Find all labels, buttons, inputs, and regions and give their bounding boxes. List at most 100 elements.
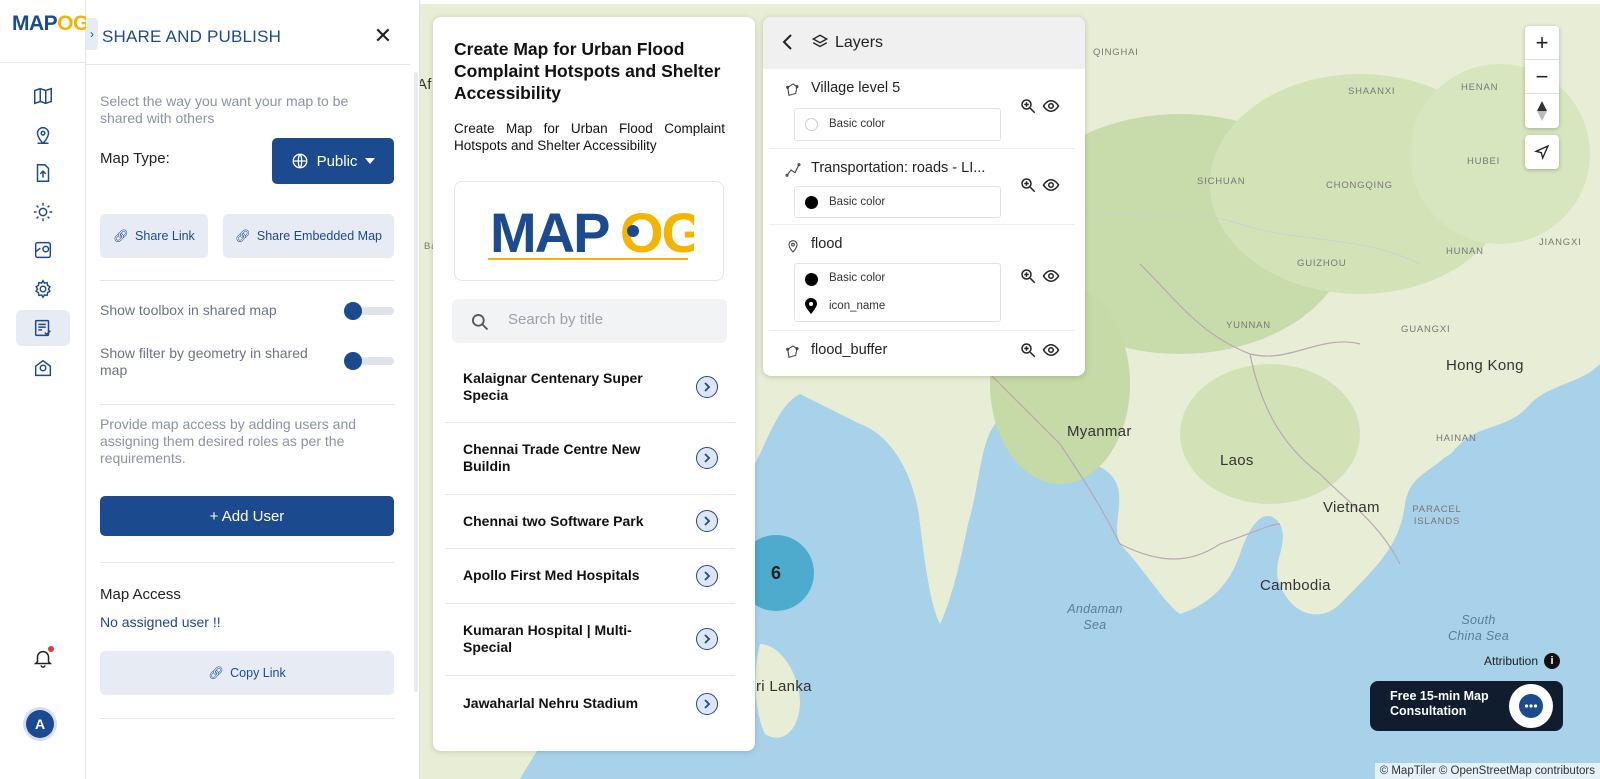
story-item[interactable]: Jawaharlal Nehru Stadium (445, 676, 735, 736)
sun-icon[interactable] (24, 194, 62, 230)
story-item-name: Jawaharlal Nehru Stadium (463, 695, 639, 711)
share-intro: Select the way you want your map to be s… (100, 93, 349, 126)
close-icon[interactable]: ✕ (371, 24, 395, 48)
eye-icon[interactable] (1041, 176, 1061, 194)
map-type-value: Public (316, 152, 358, 170)
attribution-toggle[interactable]: Attribution i (1484, 653, 1561, 669)
chevron-right-icon[interactable] (696, 565, 718, 587)
label-jiangxi: JIANGXI (1539, 237, 1582, 248)
label-shaanxi: SHAANXI (1348, 86, 1396, 97)
logo-text-og: OG (57, 12, 89, 35)
toggle-filter-label: Show filter by geometry in shared map (100, 345, 308, 378)
story-item[interactable]: Kumaran Hospital | Multi-Special (445, 604, 735, 676)
eye-icon[interactable] (1041, 341, 1061, 359)
rail-divider (0, 62, 86, 63)
geolocate-control (1525, 135, 1559, 169)
copy-link-label: Copy Link (230, 666, 286, 680)
share-embedded-button[interactable]: 🔗︎ Share Embedded Map (223, 214, 394, 258)
copy-link-button[interactable]: 🔗︎ Copy Link (100, 651, 394, 695)
zoom-to-layer-icon[interactable] (1019, 267, 1037, 285)
left-rail: MAPOG A (0, 0, 89, 779)
label-henan: HENAN (1461, 82, 1499, 93)
compass-icon[interactable] (1525, 94, 1559, 128)
scrollbar[interactable] (414, 72, 418, 692)
story-card: Create Map for Urban Flood Complaint Hot… (433, 17, 755, 751)
collapse-tab[interactable]: › (86, 18, 98, 50)
story-description: Create Map for Urban Flood Complaint Hot… (454, 121, 725, 153)
eye-icon[interactable] (1041, 97, 1061, 115)
legend-swatch (805, 196, 818, 209)
label-guangxi: GUANGXI (1401, 324, 1451, 335)
layer-item[interactable]: flood Basic color icon_name (769, 225, 1075, 331)
story-item[interactable]: Kalaignar Centenary Super Specia (445, 355, 735, 423)
layer-name: Transportation: roads - LI... (811, 160, 986, 176)
search-input[interactable] (508, 311, 708, 328)
map-type-select[interactable]: Public (272, 138, 394, 184)
label-andaman-sea: Andaman Sea (1067, 602, 1123, 632)
mapog-logo[interactable]: MAPOG (12, 12, 89, 36)
avatar[interactable]: A (26, 710, 54, 738)
legend-swatch (805, 273, 818, 286)
layer-name: flood_buffer (811, 342, 888, 358)
layer-name: Village level 5 (811, 80, 901, 96)
label-paracel: PARACEL ISLANDS (1412, 504, 1462, 527)
layer-legend: Basic color (794, 186, 1001, 218)
zoom-to-layer-icon[interactable] (1019, 341, 1037, 359)
chevron-right-icon[interactable] (696, 376, 718, 398)
bell-icon[interactable] (24, 640, 62, 676)
label-cambodia: Cambodia (1260, 577, 1331, 594)
add-user-button[interactable]: + Add User (100, 496, 394, 536)
zoom-to-layer-icon[interactable] (1019, 97, 1037, 115)
story-item[interactable]: Chennai two Software Park (445, 495, 735, 549)
svg-text:MAP: MAP (490, 201, 609, 264)
story-item-name: Chennai Trade Centre New Buildin (463, 441, 641, 474)
share-link-button[interactable]: 🔗︎ Share Link (100, 214, 208, 258)
story-item[interactable]: Chennai Trade Centre New Buildin (445, 423, 735, 495)
story-item-name: Apollo First Med Hospitals (463, 567, 640, 583)
gear-icon[interactable] (24, 271, 62, 307)
layer-item[interactable]: flood_buffer (769, 331, 1075, 376)
divider (86, 64, 410, 65)
location-pin-icon[interactable] (24, 117, 62, 153)
back-arrow-icon[interactable] (781, 33, 795, 51)
map-pin-globe-icon[interactable] (24, 350, 62, 386)
divider (100, 718, 394, 719)
divider (100, 562, 394, 563)
layers-title: Layers (835, 34, 884, 51)
map-pin-icon (805, 298, 817, 314)
label-hunan: HUNAN (1446, 246, 1484, 257)
label-qinghai: QINGHAI (1093, 47, 1139, 58)
globe-icon (292, 153, 307, 169)
chevron-right-icon[interactable] (696, 693, 718, 715)
map-copyright[interactable]: © MapTiler © OpenStreetMap contributors (1374, 763, 1600, 779)
line-icon (785, 163, 801, 177)
link-icon: 🔗︎ (235, 228, 251, 243)
legend-label: Basic color (829, 118, 886, 130)
share-list-icon[interactable] (16, 310, 70, 346)
notification-dot (48, 646, 54, 652)
layer-item[interactable]: Village level 5 Basic color (769, 69, 1075, 149)
story-title: Create Map for Urban Flood Complaint Hot… (454, 39, 721, 103)
chevron-right-icon[interactable] (696, 510, 718, 532)
story-item[interactable]: Apollo First Med Hospitals (445, 549, 735, 604)
upload-icon[interactable] (24, 155, 62, 191)
story-item-name: Kumaran Hospital | Multi-Special (463, 622, 632, 655)
navigation-arrow-icon[interactable] (1525, 135, 1559, 169)
legend-swatch (805, 118, 818, 131)
divider (100, 404, 394, 405)
map-icon[interactable] (24, 78, 62, 114)
toggle-toolbox[interactable] (344, 302, 394, 320)
map-settings-icon[interactable] (24, 232, 62, 268)
layer-item[interactable]: Transportation: roads - LI... Basic colo… (769, 149, 1075, 225)
zoom-in-button[interactable]: + (1525, 26, 1559, 60)
legend-row: Basic color (795, 187, 1000, 217)
toggle-filter[interactable] (344, 352, 394, 370)
eye-icon[interactable] (1041, 267, 1061, 285)
zoom-out-button[interactable]: − (1525, 60, 1559, 94)
chevron-right-icon[interactable] (696, 628, 718, 650)
share-panel: › SHARE AND PUBLISH ✕ Select the way you… (86, 0, 420, 779)
chevron-right-icon[interactable] (696, 447, 718, 469)
chat-button[interactable] (1509, 684, 1553, 728)
zoom-to-layer-icon[interactable] (1019, 176, 1037, 194)
story-search (452, 299, 727, 343)
